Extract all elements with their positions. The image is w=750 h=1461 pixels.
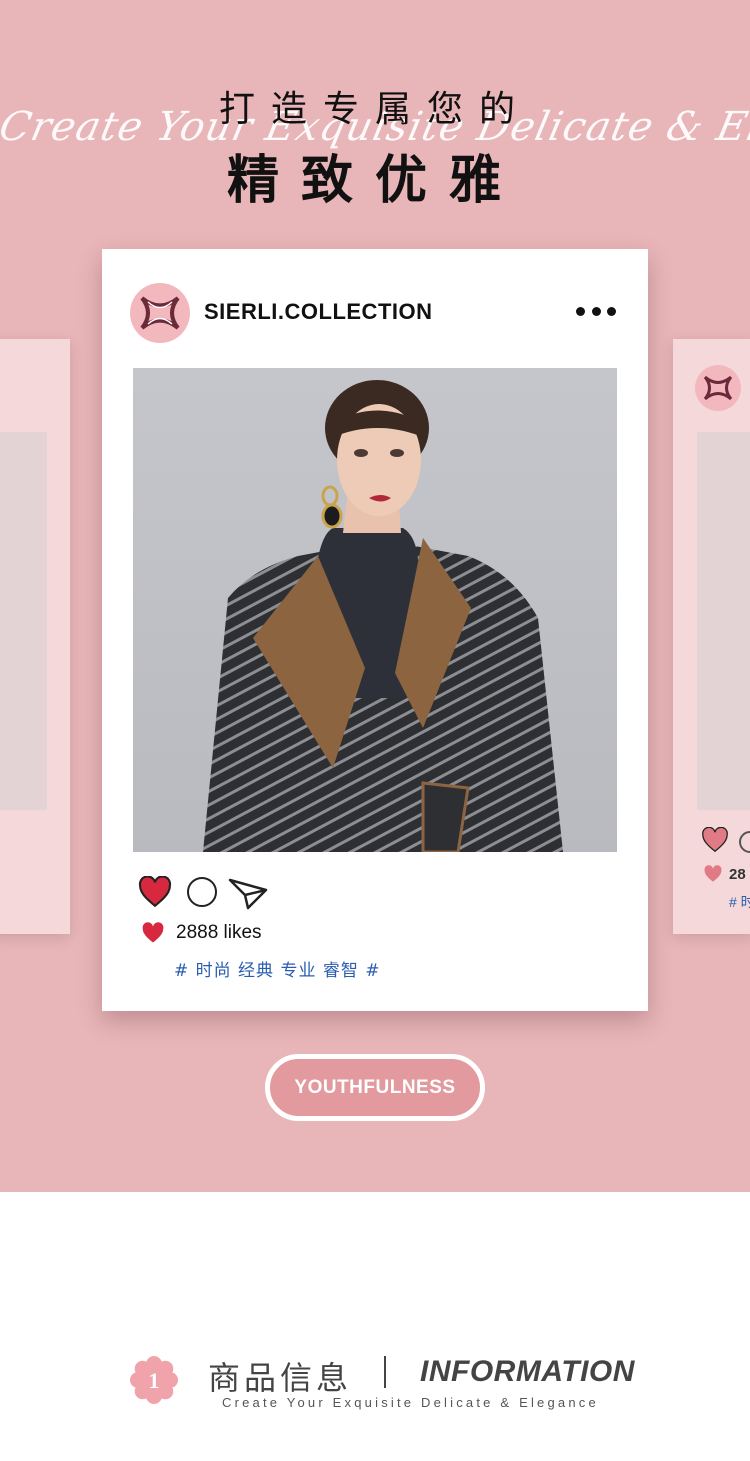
comment-icon — [739, 831, 750, 853]
comment-icon[interactable] — [187, 877, 217, 907]
side-card-photo — [697, 432, 750, 810]
side-hashtags: # 时 — [729, 894, 750, 910]
share-icon[interactable] — [228, 876, 268, 910]
hero-title-line2: 精致优雅 — [226, 151, 523, 211]
likes-heart-icon — [704, 865, 722, 882]
hashtags[interactable]: # 时尚 经典 专业 睿智 # — [174, 956, 381, 981]
side-card-left[interactable] — [0, 339, 70, 934]
brand-logo-icon — [695, 365, 741, 411]
divider — [384, 1356, 386, 1388]
side-card-right[interactable]: 28 # 时 — [673, 339, 750, 934]
brand-logo-icon[interactable] — [130, 283, 190, 343]
more-dots-icon[interactable] — [576, 301, 616, 321]
side-card-photo — [0, 432, 47, 810]
account-name[interactable]: SIERLI.COLLECTION — [204, 299, 433, 325]
side-likes-text: 28 — [729, 866, 746, 883]
post-card: SIERLI.COLLECTION 2888 likes # 时尚 经典 专业 … — [102, 249, 648, 1011]
info-title-cn: 商品信息 — [208, 1359, 353, 1397]
info-subtitle: Create Your Exquisite Delicate & Eleganc… — [222, 1395, 599, 1410]
flower-number-icon: 1 — [130, 1356, 178, 1404]
likes-count: 2888 likes — [176, 922, 262, 943]
hero-section: Create Your Exquisite Delicate & Eleganc… — [0, 0, 750, 1192]
post-photo — [133, 368, 617, 852]
hero-title-line1: 打造专属您的 — [218, 89, 531, 130]
info-title-en: INFORMATION — [420, 1355, 635, 1388]
heart-icon — [702, 827, 728, 853]
youthfulness-button-label: YOUTHFULNESS — [294, 1076, 456, 1098]
likes-heart-icon — [142, 922, 164, 943]
info-number: 1 — [149, 1368, 160, 1393]
heart-icon[interactable] — [138, 876, 172, 908]
youthfulness-button[interactable]: YOUTHFULNESS — [265, 1054, 485, 1121]
